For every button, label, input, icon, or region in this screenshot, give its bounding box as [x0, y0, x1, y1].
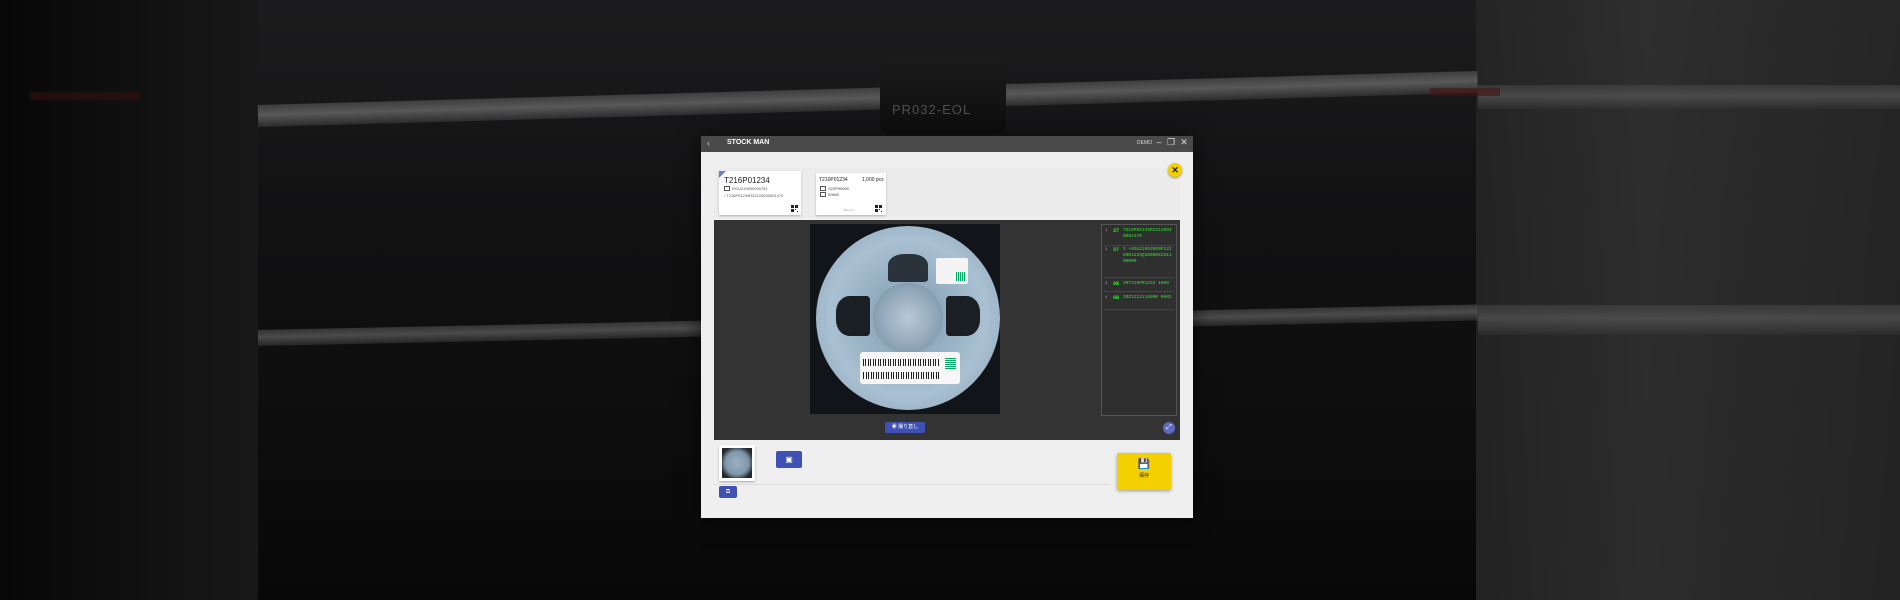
photo-thumbnail[interactable]	[719, 445, 755, 481]
reel-label-small	[936, 258, 968, 284]
card-part-number: T216P01234	[724, 176, 770, 185]
barcode-icon	[863, 359, 939, 366]
add-image-button[interactable]: ▣	[776, 451, 802, 468]
scan-type: 37	[1113, 247, 1120, 253]
label-card[interactable]: T210P01234 1,000 pcs S22P99000 00600 Box…	[816, 173, 886, 215]
maximize-button[interactable]: ❐	[1165, 137, 1177, 151]
card-date: 00600	[828, 192, 840, 197]
thumbnail-image	[722, 448, 752, 478]
reel-image	[816, 226, 1000, 410]
card-lot: RGU210930000781	[732, 186, 768, 191]
fullscreen-icon[interactable]: ⤢	[1163, 422, 1175, 434]
qr-code-icon	[791, 205, 798, 212]
card-quantity: 1,000 pcs	[862, 177, 884, 183]
card-footer: Box 0 1	[844, 208, 855, 212]
scan-index: 2	[1105, 248, 1108, 252]
scan-value: T216P01234R22120030001470	[1123, 228, 1172, 239]
scan-value: 3 +RGU21093000P12180D1234Q10000Z25110000…	[1123, 247, 1172, 264]
save-button[interactable]: 💾 保存	[1117, 453, 1171, 490]
scan-result[interactable]: 2 37 3 +RGU21093000P12180D1234Q10000Z251…	[1104, 247, 1174, 278]
app-title: STOCK MAN	[727, 139, 770, 146]
scan-result[interactable]: 1 37 T216P01234R22120030001470	[1104, 228, 1174, 246]
app-window: ‹ STOCK MAN DEMO – ❐ ✕ ✕ T216P01234 RGU2…	[701, 136, 1193, 518]
save-icon: 💾	[1137, 459, 1151, 470]
scan-index: 1	[1105, 229, 1108, 233]
card-lot: S22P99000	[828, 186, 849, 191]
card-code: T216P01234R22120030001470	[726, 193, 784, 198]
chevron-left-icon[interactable]: ‹	[707, 138, 710, 148]
qr-code-icon	[956, 272, 965, 281]
scan-index: 3	[1105, 282, 1108, 286]
divider	[714, 484, 1110, 485]
barcode-icon	[863, 372, 939, 379]
qr-code-icon	[945, 358, 956, 369]
scan-value: 2RZ1222118000 0002	[1123, 295, 1172, 300]
user-name: DEMO	[1137, 140, 1152, 146]
card-part-number: T210P01234	[819, 177, 848, 183]
save-label: 保存	[1138, 473, 1149, 479]
camera-viewer: 1 37 T216P01234R22120030001470 2 37 3 +R…	[714, 220, 1180, 440]
reel-hub	[873, 283, 943, 353]
title-bar: ‹ STOCK MAN DEMO – ❐ ✕	[701, 136, 1193, 152]
calendar-icon	[820, 192, 826, 198]
scan-result[interactable]: 4 0B 2RZ1222118000 0002	[1104, 295, 1174, 310]
captured-photo[interactable]	[810, 224, 1000, 414]
reel-window	[888, 254, 928, 282]
retake-button[interactable]: ◉ 撮り直し	[885, 422, 925, 433]
scan-results-panel: 1 37 T216P01234R22120030001470 2 37 3 +R…	[1101, 224, 1177, 416]
scan-value: 39T216P01234 1000	[1123, 281, 1169, 286]
scan-type: 0B	[1113, 295, 1120, 301]
scan-type: 0B	[1113, 281, 1120, 287]
dialog-close-button[interactable]: ✕	[1168, 163, 1182, 177]
scan-index: 4	[1105, 296, 1108, 300]
reel-window	[836, 296, 870, 336]
scan-result[interactable]: 3 0B 39T216P01234 1000	[1104, 281, 1174, 292]
qr-code-icon	[875, 205, 882, 212]
copy-button[interactable]: ⧉	[719, 486, 737, 498]
reel-window	[946, 296, 980, 336]
box-icon	[820, 186, 826, 192]
scan-type: 37	[1113, 228, 1120, 234]
window-close-button[interactable]: ✕	[1178, 137, 1190, 151]
photo-tray: ▣ ⧉ 💾 保存	[714, 440, 1180, 502]
label-card-selected[interactable]: T216P01234 RGU210930000781 › T216P01234R…	[719, 171, 801, 215]
box-icon	[724, 186, 730, 192]
reel-label-barcode	[860, 352, 960, 384]
minimize-button[interactable]: –	[1153, 137, 1165, 151]
